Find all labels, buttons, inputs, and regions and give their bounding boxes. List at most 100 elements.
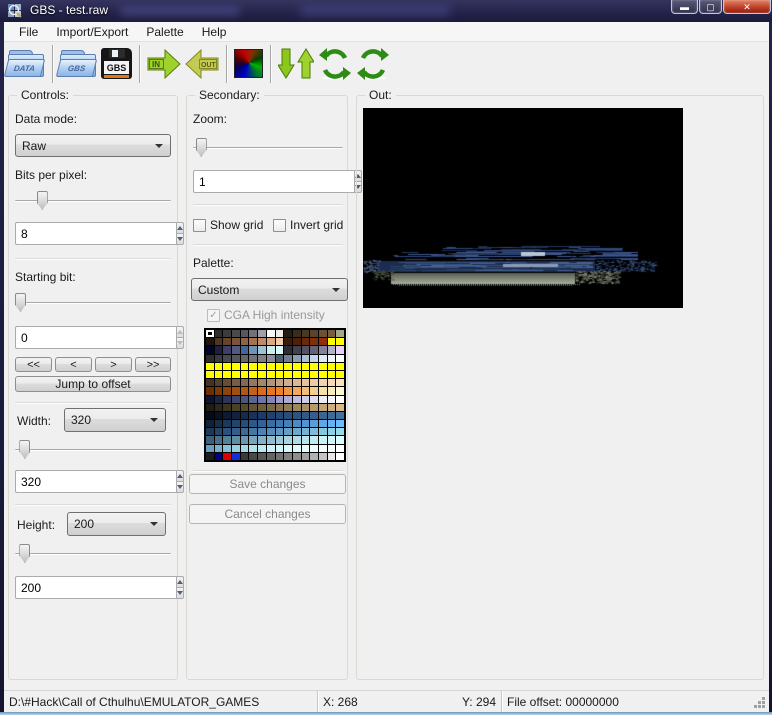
palette-swatch[interactable] <box>223 370 232 379</box>
palette-swatch[interactable] <box>318 411 327 420</box>
palette-swatch[interactable] <box>240 387 249 395</box>
palette-swatch[interactable] <box>223 362 232 370</box>
palette-swatch[interactable] <box>336 420 344 428</box>
palette-swatch[interactable] <box>206 436 214 444</box>
palette-swatch[interactable] <box>240 330 249 338</box>
palette-swatch[interactable] <box>336 411 344 420</box>
resize-grip[interactable] <box>762 705 765 708</box>
nav-last-button[interactable]: >> <box>135 357 171 372</box>
palette-swatch[interactable] <box>266 379 275 387</box>
width-input[interactable] <box>15 470 176 493</box>
save-gbs-button[interactable]: GBS <box>101 48 132 79</box>
palette-swatch[interactable] <box>249 395 258 403</box>
palette-swatch[interactable] <box>301 403 310 411</box>
palette-swatch[interactable] <box>327 330 336 338</box>
palette-swatch[interactable] <box>240 338 249 346</box>
palette-swatch[interactable] <box>284 379 292 387</box>
palette-swatch[interactable] <box>336 387 344 395</box>
palette-swatch[interactable] <box>232 411 240 420</box>
palette-swatch[interactable] <box>249 436 258 444</box>
palette-swatch[interactable] <box>318 403 327 411</box>
palette-swatch[interactable] <box>318 370 327 379</box>
slider-track[interactable] <box>193 147 343 149</box>
palette-swatch[interactable] <box>275 444 284 452</box>
palette-swatch[interactable] <box>258 444 266 452</box>
palette-swatch[interactable] <box>240 452 249 460</box>
palette-swatch[interactable] <box>292 403 301 411</box>
palette-swatch[interactable] <box>310 452 318 460</box>
palette-swatch[interactable] <box>318 379 327 387</box>
palette-swatch[interactable] <box>284 436 292 444</box>
refresh-cw-button[interactable] <box>356 47 390 81</box>
close-button[interactable]: ✕ <box>723 0 771 14</box>
palette-swatch[interactable] <box>240 354 249 362</box>
palette-swatch[interactable] <box>310 370 318 379</box>
minimize-button[interactable]: ▬ <box>671 0 698 14</box>
palette-swatch[interactable] <box>240 346 249 354</box>
jump-to-offset-button[interactable]: Jump to offset <box>15 376 171 392</box>
palette-swatch[interactable] <box>249 379 258 387</box>
palette-swatch[interactable] <box>206 362 214 370</box>
palette-swatch[interactable] <box>206 452 214 460</box>
palette-swatch[interactable] <box>240 379 249 387</box>
bits-per-pixel-input[interactable] <box>15 222 176 245</box>
palette-swatch[interactable] <box>206 403 214 411</box>
open-data-button[interactable]: DATA <box>3 49 46 78</box>
palette-swatch[interactable] <box>336 338 344 346</box>
palette-swatch[interactable] <box>292 395 301 403</box>
palette-swatch[interactable] <box>249 428 258 436</box>
palette-swatch[interactable] <box>266 354 275 362</box>
palette-swatch[interactable] <box>214 354 223 362</box>
palette-swatch[interactable] <box>336 362 344 370</box>
palette-swatch[interactable] <box>249 362 258 370</box>
palette-swatch[interactable] <box>258 428 266 436</box>
palette-swatch[interactable] <box>327 387 336 395</box>
show-grid-checkbox[interactable]: Show grid <box>193 218 263 232</box>
palette-swatch[interactable] <box>249 420 258 428</box>
nav-next-button[interactable]: > <box>95 357 132 372</box>
maximize-button[interactable]: ▢ <box>699 0 722 14</box>
palette-swatch[interactable] <box>292 354 301 362</box>
palette-swatch[interactable] <box>327 354 336 362</box>
palette-swatch[interactable] <box>249 387 258 395</box>
palette-swatch[interactable] <box>284 346 292 354</box>
palette-swatch[interactable] <box>214 403 223 411</box>
palette-swatch[interactable] <box>266 395 275 403</box>
palette-swatch[interactable] <box>292 420 301 428</box>
palette-swatch[interactable] <box>223 411 232 420</box>
palette-swatch[interactable] <box>223 346 232 354</box>
palette-swatch[interactable] <box>214 411 223 420</box>
palette-swatch[interactable] <box>266 330 275 338</box>
palette-swatch[interactable] <box>240 420 249 428</box>
palette-swatch[interactable] <box>275 395 284 403</box>
palette-swatch[interactable] <box>284 354 292 362</box>
palette-swatch[interactable] <box>258 420 266 428</box>
import-in-button[interactable]: IN <box>147 48 181 80</box>
palette-swatch[interactable] <box>214 387 223 395</box>
palette-swatch[interactable] <box>258 436 266 444</box>
palette-swatch[interactable] <box>249 452 258 460</box>
palette-swatch[interactable] <box>223 395 232 403</box>
palette-swatch[interactable] <box>284 387 292 395</box>
slider-thumb[interactable] <box>19 544 31 563</box>
palette-swatch[interactable] <box>249 370 258 379</box>
palette-swatch[interactable] <box>214 444 223 452</box>
palette-swatch[interactable] <box>310 411 318 420</box>
palette-swatch[interactable] <box>284 420 292 428</box>
palette-swatch[interactable] <box>249 354 258 362</box>
palette-swatch[interactable] <box>318 452 327 460</box>
palette-swatch[interactable] <box>266 411 275 420</box>
palette-swatch[interactable] <box>232 403 240 411</box>
palette-swatch[interactable] <box>318 330 327 338</box>
palette-swatch[interactable] <box>336 428 344 436</box>
palette-swatch[interactable] <box>206 395 214 403</box>
palette-swatch[interactable] <box>336 395 344 403</box>
palette-swatch[interactable] <box>240 370 249 379</box>
palette-swatch[interactable] <box>249 330 258 338</box>
palette-swatch[interactable] <box>327 444 336 452</box>
palette-swatch[interactable] <box>292 370 301 379</box>
starting-bit-input[interactable] <box>15 326 176 349</box>
spin-down-button[interactable] <box>176 481 184 493</box>
palette-swatch[interactable] <box>301 420 310 428</box>
palette-swatch[interactable] <box>310 428 318 436</box>
